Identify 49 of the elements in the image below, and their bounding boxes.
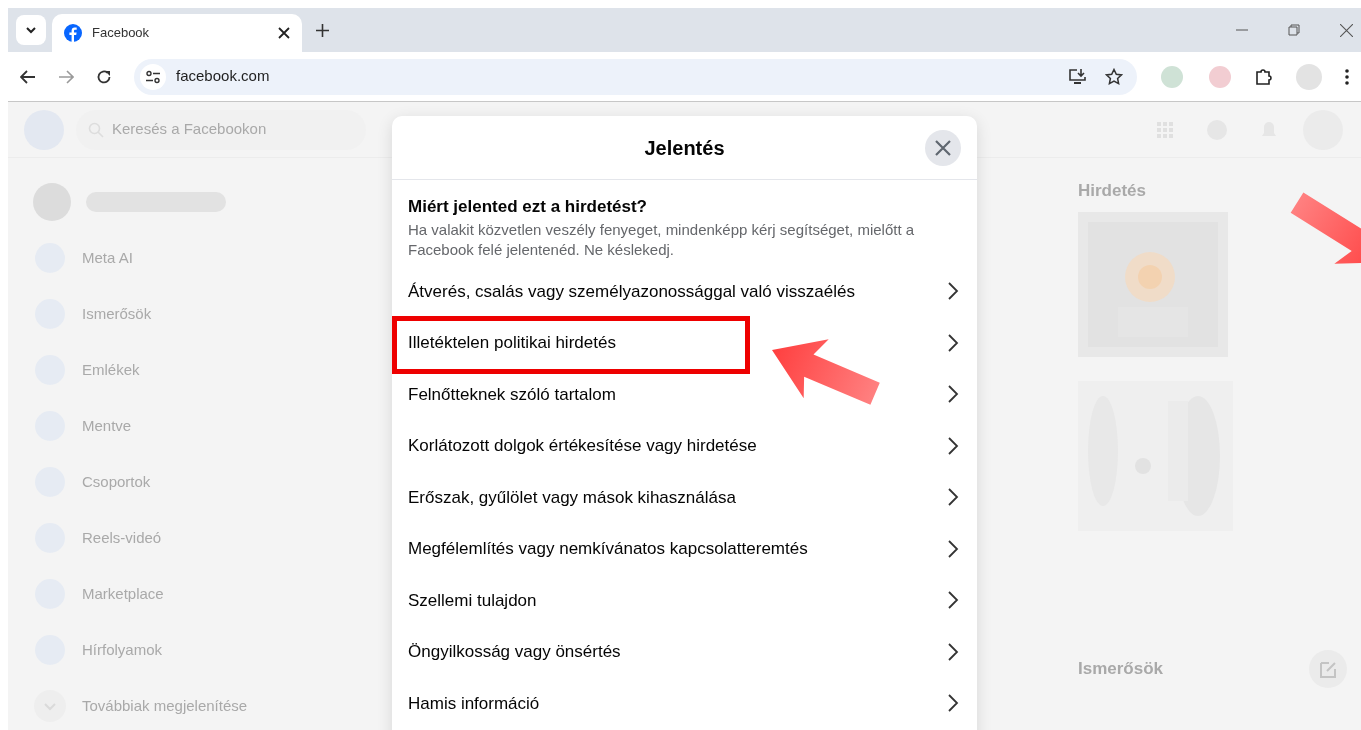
report-option[interactable]: Hamis információ (392, 677, 977, 729)
section-heading: Hirdetés (1078, 180, 1148, 202)
new-tab-icon[interactable] (316, 23, 329, 37)
report-option[interactable]: Korlátozott dolgok értékesítése vagy hirdetése (392, 420, 977, 472)
reload-icon[interactable] (96, 68, 112, 85)
window-close-icon[interactable] (1340, 23, 1353, 37)
hint-text: Ha valakit közvetlen veszély fenyeget, mindenképp kérj segítséget, mielőtt a Facebook felé jelentenéd. Ne késlekedj. (408, 219, 916, 260)
compose-icon[interactable] (1308, 648, 1348, 689)
dialog-title: Jelentés (644, 135, 725, 161)
site-settings-icon[interactable] (145, 69, 161, 84)
report-option[interactable]: Szellemi tulajdon (392, 574, 977, 626)
chevron-right-icon (947, 641, 959, 662)
chevron-right-icon (947, 693, 959, 714)
report-option[interactable]: Erőszak, gyűlölet vagy mások kihasználása (392, 471, 977, 523)
puzzle-icon[interactable] (1255, 67, 1273, 86)
extension-icon[interactable] (1207, 63, 1233, 90)
address-bar[interactable]: facebook.com (134, 58, 1137, 95)
chevron-right-icon (947, 384, 959, 405)
arrow (1290, 192, 1361, 264)
close-icon (935, 140, 951, 156)
chevron-right-icon (947, 538, 959, 559)
report-option[interactable]: Átverés, csalás vagy személyazonossággal való visszaélés (392, 265, 977, 317)
report-option[interactable]: Felnőtteknek szóló tartalom (392, 368, 977, 420)
chevron-right-icon (947, 281, 959, 302)
close-button[interactable] (925, 130, 961, 166)
menu-icon[interactable] (1345, 68, 1349, 85)
report-option[interactable]: Öngyilkosság vagy önsértés (392, 626, 977, 678)
browser-tab[interactable]: Facebook (52, 14, 302, 52)
chevron-right-icon (947, 487, 959, 508)
question-text: Miért jelented ezt a hirdetést? (408, 196, 648, 218)
chevron-down-icon (32, 688, 68, 724)
back-icon[interactable] (20, 69, 36, 84)
url-text: facebook.com (176, 66, 271, 87)
report-option[interactable]: Megfélemlítés vagy nemkívánatos kapcsolatteremtés (392, 523, 977, 575)
facebook-logo-icon (64, 24, 82, 42)
tab-title: Facebook (92, 24, 151, 43)
section-heading: Ismerősök (1078, 657, 1165, 680)
tab-list-button[interactable] (16, 15, 46, 45)
restore-icon[interactable] (1288, 24, 1300, 36)
chevron-right-icon (947, 590, 959, 611)
close-icon[interactable] (278, 27, 290, 39)
forward-icon[interactable] (58, 69, 74, 84)
chevron-down-icon (25, 24, 37, 36)
install-app-icon[interactable] (1069, 68, 1087, 85)
report-option[interactable]: Illetéktelen politikai hirdetés (392, 317, 977, 369)
star-icon[interactable] (1105, 67, 1123, 86)
chevron-right-icon (947, 332, 959, 353)
search-placeholder: Keresés a Facebookon (112, 119, 267, 140)
chevron-right-icon (947, 435, 959, 456)
